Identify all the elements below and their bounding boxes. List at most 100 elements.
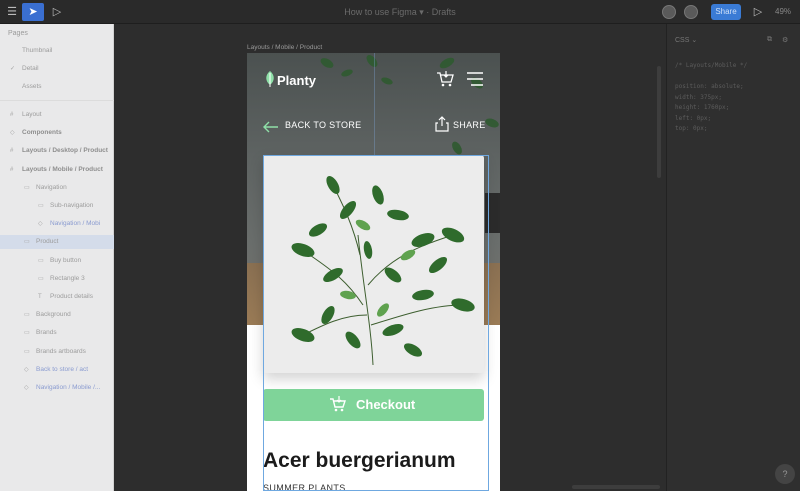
code-line: width: 375px; [675, 93, 722, 101]
layer-type-icon: ▭ [38, 203, 44, 209]
layer-type-icon: ▭ [24, 348, 30, 355]
layer-label: Product details [50, 293, 93, 300]
cart-icon[interactable] [435, 69, 455, 89]
cart-icon [330, 396, 346, 412]
code-line: top: 0px; [675, 125, 708, 132]
layer-type-icon: ▭ [24, 312, 30, 319]
product-name: Acer buergerianum [263, 449, 456, 472]
layer-row[interactable]: ▭ Sub-navigation [0, 199, 114, 213]
layer-row[interactable]: # Layouts / Desktop / Product [0, 144, 114, 158]
layer-row[interactable]: ▭ Navigation [0, 181, 114, 195]
layer-label: Navigation / Mobile /... [36, 384, 101, 391]
layer-row[interactable]: ▭ Background [0, 308, 114, 322]
brand-name: Planty [277, 73, 317, 88]
mobile-frame[interactable]: Planty BACK TO STORE SHARE Checkout Acer… [247, 53, 500, 491]
code-line: /* Layouts/Mobile */ [675, 62, 748, 69]
layer-type-icon: T [38, 294, 42, 300]
horizontal-scrollbar[interactable] [572, 485, 660, 489]
layer-row[interactable]: # Layouts / Mobile / Product [0, 163, 114, 177]
panel-divider [0, 100, 114, 101]
layer-label: Brands artboards [36, 347, 86, 355]
code-line: height: 1760px; [675, 104, 730, 111]
layer-type-icon: ▭ [24, 239, 30, 246]
vertical-scrollbar[interactable] [657, 66, 661, 178]
layer-row[interactable]: # Layout [0, 108, 114, 122]
hamburger-menu-icon[interactable]: ☰ [3, 3, 21, 21]
document-title[interactable]: How to use Figma ▾ · Drafts [0, 0, 800, 24]
layer-type-icon: ▭ [24, 330, 30, 337]
layer-row[interactable]: ◇ Navigation / Mobi [0, 217, 114, 231]
layer-label: Buy button [50, 256, 82, 264]
canvas[interactable]: Layouts / Mobile / Product Planty BACK T… [115, 24, 666, 491]
product-image-card[interactable] [263, 155, 484, 373]
code-line: left: 0px; [675, 114, 712, 122]
user-avatar[interactable] [662, 5, 676, 19]
layer-type-icon: # [10, 112, 14, 118]
code-format-dropdown[interactable]: CSS ⌄ [675, 36, 697, 44]
share-icon [435, 116, 449, 132]
layer-label: Sub-navigation [50, 202, 94, 209]
layer-type-icon: ▭ [24, 184, 30, 191]
page-detail[interactable]: ✓ Detail [0, 62, 114, 76]
layer-label: Back to store / act [36, 365, 89, 373]
leaf-logo-icon [266, 71, 274, 87]
layer-row[interactable]: ◇ Components [0, 126, 114, 140]
layer-label: Layouts / Desktop / Product [22, 147, 108, 155]
top-toolbar: ☰ ➤ ▷ How to use Figma ▾ · Drafts Share … [0, 0, 800, 24]
layer-label: Brands [36, 329, 57, 337]
layer-row[interactable]: ▭ Brands [0, 326, 114, 340]
frame-label[interactable]: Layouts / Mobile / Product [247, 44, 322, 51]
figma-app: ☰ ➤ ▷ How to use Figma ▾ · Drafts Share … [0, 0, 800, 491]
layer-type-icon: ▭ [38, 275, 44, 282]
layer-label: Components [22, 129, 62, 137]
checkout-button[interactable]: Checkout [263, 389, 484, 421]
present-icon[interactable]: ▷ [749, 3, 767, 21]
pages-heading: Pages [8, 30, 28, 37]
code-line: position: absolute; [675, 83, 744, 90]
layer-row[interactable]: ▭ Rectangle 3 [0, 272, 114, 286]
layer-type-icon: # [10, 148, 14, 155]
checkout-label: Checkout [356, 397, 416, 412]
layer-label: Background [36, 311, 71, 319]
inspector-panel: CSS ⌄ ⧉ ⚙ /* Layouts/Mobile */ position: … [666, 24, 800, 491]
zoom-level[interactable]: 49% [775, 4, 795, 20]
layer-label: Navigation [36, 183, 67, 191]
product-category: SUMMER PLANTS [263, 483, 346, 491]
copy-icon[interactable]: ⧉ [767, 36, 772, 44]
layer-label: Product [36, 238, 59, 246]
page-thumbnail[interactable]: Thumbnail [0, 44, 114, 58]
layer-type-icon: ◇ [38, 221, 43, 228]
layers-panel: Pages Thumbnail ✓ Detail Assets # Layout ◇… [0, 24, 114, 491]
plant-image [291, 175, 475, 366]
checkmark-icon: ✓ [10, 66, 16, 72]
layer-row[interactable]: ▭ Brands artboards [0, 345, 114, 359]
layer-label: Rectangle 3 [50, 274, 85, 282]
page-label: Detail [22, 65, 39, 72]
help-icon[interactable]: ? [775, 464, 795, 484]
layer-row[interactable]: ◇ Navigation / Mobile /... [0, 381, 114, 395]
layer-type-icon: ▭ [38, 257, 44, 264]
play-icon[interactable]: ▷ [48, 3, 66, 21]
layer-type-icon: ◇ [10, 130, 15, 137]
layer-row[interactable]: ▭ Product [0, 235, 114, 250]
share-button[interactable]: Share [711, 4, 741, 20]
layer-label: Navigation / Mobi [50, 220, 101, 228]
move-tool-icon[interactable]: ➤ [22, 3, 44, 21]
collaborator-avatar[interactable] [684, 5, 698, 19]
layer-type-icon: # [10, 166, 14, 173]
layer-type-icon: ◇ [24, 385, 29, 391]
layer-row[interactable]: ◇ Back to store / act [0, 363, 114, 377]
layer-type-icon: ◇ [24, 366, 29, 373]
menu-icon[interactable] [466, 72, 484, 86]
page-label: Assets [22, 83, 42, 90]
layer-label: Layouts / Mobile / Product [22, 165, 103, 173]
arrow-left-icon [263, 121, 278, 133]
layer-row[interactable]: ▭ Buy button [0, 254, 114, 268]
back-to-store-label: BACK TO STORE [285, 120, 362, 130]
settings-icon[interactable]: ⚙ [782, 36, 788, 44]
layer-label: Layout [22, 111, 42, 118]
layer-row[interactable]: T Product details [0, 290, 114, 304]
page-label: Thumbnail [22, 47, 53, 54]
page-assets[interactable]: Assets [0, 80, 114, 94]
share-label: SHARE [453, 120, 486, 130]
